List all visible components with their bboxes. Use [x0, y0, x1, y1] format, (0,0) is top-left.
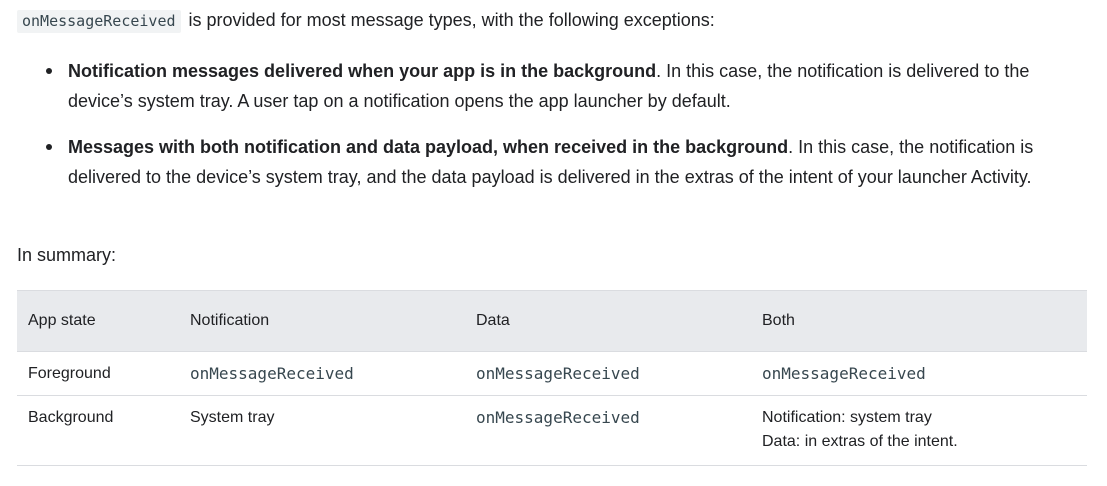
cell-notification: onMessageReceived [179, 351, 465, 396]
intro-paragraph: onMessageReceived is provided for most m… [17, 8, 715, 33]
bullet-icon [46, 68, 52, 74]
bullet-icon [46, 144, 52, 150]
cell-both-line: Notification: system tray [762, 409, 932, 426]
intro-text: is provided for most message types, with… [183, 10, 715, 30]
list-item-bold-text: Notification messages delivered when you… [68, 61, 657, 81]
exceptions-list: Notification messages delivered when you… [17, 56, 1092, 192]
table-row: Foreground onMessageReceived onMessageRe… [17, 351, 1087, 396]
cell-both-line: onMessageReceived [762, 364, 926, 383]
header-notification: Notification [179, 290, 465, 352]
summary-label: In summary: [17, 245, 117, 265]
cell-data: onMessageReceived [465, 395, 751, 466]
list-item: Messages with both notification and data… [17, 132, 1092, 192]
cell-both: Notification: system tray Data: in extra… [751, 395, 1087, 466]
header-data: Data [465, 290, 751, 352]
list-item-bold-text: Messages with both notification and data… [68, 137, 789, 157]
table-row: Background System tray onMessageReceived… [17, 395, 1087, 466]
cell-app-state: Background [17, 395, 179, 466]
app-state-table: App state Notification Data Both Foregro… [17, 290, 1087, 466]
cell-app-state: Foreground [17, 351, 179, 396]
list-item: Notification messages delivered when you… [17, 56, 1092, 116]
inline-code-onmessagereceived: onMessageReceived [17, 10, 181, 33]
cell-notification: System tray [179, 395, 465, 466]
cell-data: onMessageReceived [465, 351, 751, 396]
cell-both: onMessageReceived [751, 351, 1087, 396]
header-app-state: App state [17, 290, 179, 352]
table-header-row: App state Notification Data Both [17, 290, 1087, 352]
cell-both-line: Data: in extras of the intent. [762, 433, 958, 450]
header-both: Both [751, 290, 1087, 352]
